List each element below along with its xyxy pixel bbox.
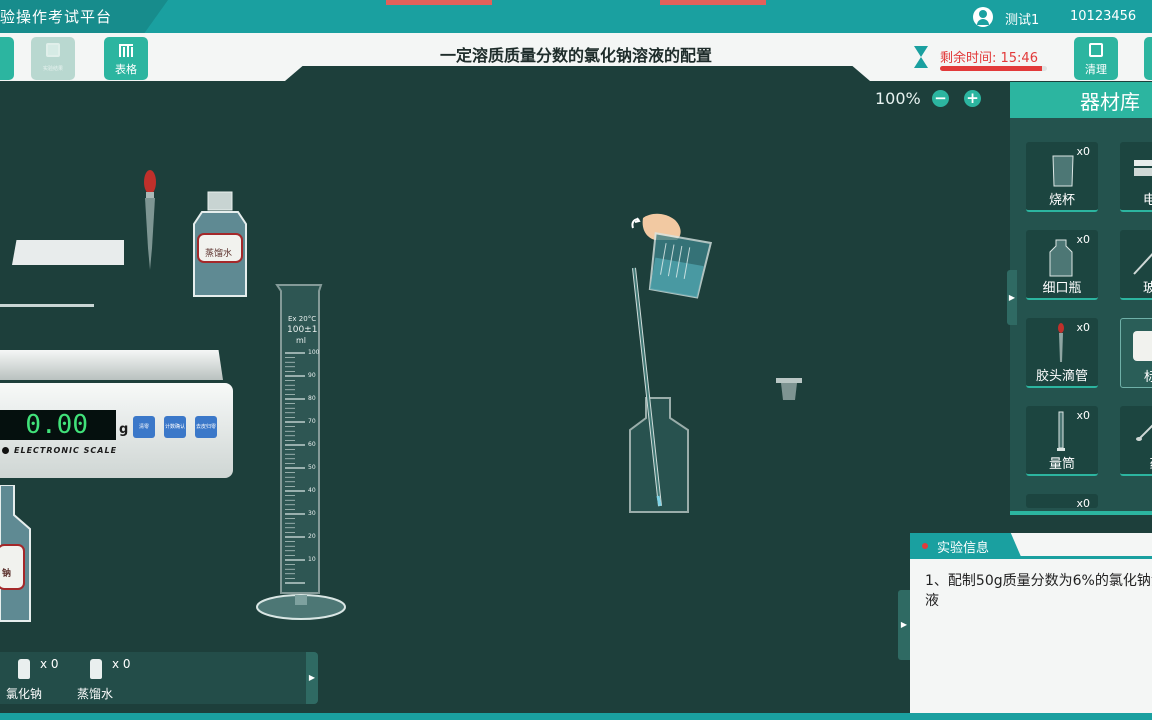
dropper-icon [1058,323,1064,362]
library-collapse-arrow[interactable]: ▶ [1007,270,1017,325]
item-count: x0 [1076,233,1090,246]
tray-item-distilled-water[interactable]: x 0 蒸馏水 [74,656,134,702]
item-name: 烧杯 [1048,193,1075,208]
top-marker [660,0,766,5]
tray-item-count: x 0 [112,657,131,671]
distilled-water-bottle[interactable] [190,190,250,300]
cylinder-icon [1057,411,1065,451]
left-bottle-label: 钠 [2,569,12,579]
item-count: x0 [1076,409,1090,422]
cylinder-tick-label: 70 [308,418,316,425]
item-name: 电子 [1142,193,1152,208]
clear-button-label: 清理 [1085,63,1107,76]
app-title: 验操作考试平台 [0,8,113,26]
scale-brand: ELECTRONIC SCALE [14,446,118,455]
cylinder-tick-label: 90 [308,372,316,379]
hourglass-icon [914,46,928,68]
library-item-partial[interactable]: x0 [1026,494,1098,510]
experiment-info-panel [910,533,1152,720]
scale-icon [1134,160,1152,176]
library-item-scale[interactable]: 电子 [1120,142,1152,212]
clear-icon [1089,43,1103,57]
spoon-icon [1136,424,1152,441]
bottle-icon [1049,239,1073,277]
info-tab-bar [1010,556,1152,559]
title-notch [285,66,870,81]
library-item-dropper[interactable]: x0 胶头滴管 [1026,318,1098,388]
info-title: 实验信息 [937,541,990,556]
tray-item-count: x 0 [40,657,59,671]
item-count: x0 [1076,497,1090,510]
cylinder-label-unit: ml [296,336,307,345]
scale-display: 0.00 [0,410,116,440]
info-dot-icon [922,543,928,549]
dropper[interactable] [137,168,163,272]
tray-expand-arrow[interactable]: ▶ [306,652,318,704]
weighing-paper[interactable] [12,240,124,265]
zoom-in-button[interactable]: + [964,90,981,107]
item-name: 标签 [1143,370,1152,385]
item-name: 量筒 [1048,457,1075,472]
scale-tare-button[interactable]: 去皮归零 [195,416,217,438]
cylinder-tick-label: 30 [308,510,316,517]
library-item-label[interactable]: 标签 [1120,318,1152,388]
result-button-label: 实验结果 [42,66,63,72]
tray-item-sodium-chloride[interactable]: x 0 氯化钠 [2,656,62,702]
sodium-chloride-bottle[interactable] [0,485,34,625]
zoom-level: 100% [875,89,921,108]
beaker-icon [1052,155,1074,187]
tray-item-name: 蒸馏水 [77,687,114,701]
zoom-out-button[interactable]: − [932,90,949,107]
info-collapse-arrow[interactable]: ▶ [898,590,910,660]
item-name: 细口瓶 [1042,281,1082,296]
small-cup[interactable] [774,374,804,404]
scale-unit: g [119,422,129,437]
glass-rod-icon [1133,253,1152,275]
cylinder-label-top: Ex 20°C [288,315,317,323]
scale-count-button[interactable]: 计数确认 [164,416,186,438]
cylinder-tick-label: 10 [308,556,316,563]
library-item-glass-rod[interactable]: 玻璃 [1120,230,1152,300]
item-count: x0 [1076,321,1090,334]
clear-button[interactable]: 清理 [1074,37,1118,80]
cylinder-tick-label: 100 [308,349,320,356]
exit-button-partial[interactable] [1144,37,1152,80]
top-marker [386,0,492,5]
bottom-bar [0,713,1152,720]
user-name: 测试1 [1005,13,1040,28]
library-item-narrow-bottle[interactable]: x0 细口瓶 [1026,230,1098,300]
narrow-mouth-bottle[interactable] [620,260,700,520]
cylinder-tick-label: 20 [308,533,316,540]
tray-item-name: 氯化钠 [6,687,43,701]
bottle-label: 蒸馏水 [205,249,233,259]
cylinder-tick-label: 80 [308,395,316,402]
reagent-bottle-icon [90,659,102,679]
info-text: 1、配制50g质量分数为6%的氯化钠溶液 [925,573,1152,609]
cylinder-tick-label: 60 [308,441,316,448]
reagent-bottle-icon [18,659,30,679]
timer-label: 剩余时间: 15:46 [940,51,1038,66]
library-item-beaker[interactable]: x0 烧杯 [1026,142,1098,212]
cylinder-tick-label: 40 [308,487,316,494]
scale-pan[interactable] [0,350,223,380]
glass-rod[interactable] [0,304,94,307]
label-icon [1133,331,1152,361]
cylinder-label-mid: 100±1 [287,325,318,335]
library-title: 器材库 [1080,90,1140,114]
item-name: 胶头滴管 [1035,369,1088,384]
timer-bar [940,66,1047,71]
timer-fill [940,66,1042,71]
cylinder-tick-label: 50 [308,464,316,471]
user-id: 10123456 [1070,9,1137,24]
item-name: 玻璃 [1142,281,1152,296]
user-icon[interactable] [973,7,993,27]
scale-power-indicator [2,447,9,454]
item-count: x0 [1076,145,1090,158]
item-name: 药 [1120,453,1152,472]
library-item-cylinder[interactable]: x0 量筒 [1026,406,1098,476]
library-item-spoon[interactable]: 药 [1120,406,1152,476]
scale-zero-button[interactable]: 清零 [133,416,155,438]
